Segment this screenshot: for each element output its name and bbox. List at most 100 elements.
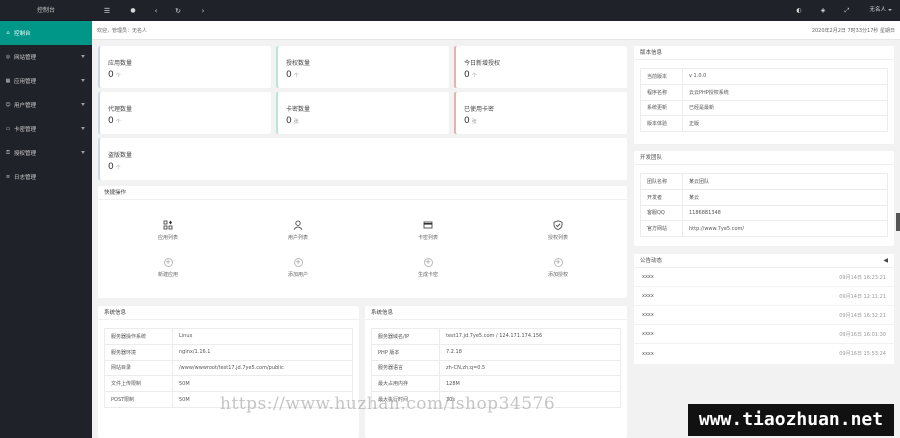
sidebar-item-users[interactable]: ☺ 用户管理 <box>0 93 92 117</box>
info-key[interactable]: 官方网站 <box>640 220 683 238</box>
list-item[interactable]: xxxx 09月14日 16:23:21 <box>634 268 894 287</box>
sidebar-item-logs[interactable]: ≡ 日志管理 <box>0 165 92 189</box>
app-icon: ▦ <box>5 78 11 84</box>
panel-title: 开发团队 <box>634 151 894 165</box>
user-menu[interactable]: 无名人 <box>869 0 892 21</box>
stat-label: 卡密数量 <box>286 106 311 113</box>
chevron-down-icon <box>81 55 85 58</box>
official-site-link[interactable]: http://www.7ye5.com/ <box>682 220 888 238</box>
sidebar-item-label: 应用管理 <box>14 79 37 85</box>
panel-title: 快捷操作 <box>98 186 627 200</box>
sidebar-item-apps[interactable]: ▦ 应用管理 <box>0 69 92 93</box>
panel-title: 公告动态 <box>640 258 663 264</box>
info-key: 客服QQ <box>640 204 683 222</box>
stat-unit: 个 <box>471 73 477 79</box>
quick-new-app[interactable]: + 新建应用 <box>138 258 198 278</box>
sidebar-item-label: 控制台 <box>14 31 31 37</box>
list-item[interactable]: xxxx 09月16日 16:01:30 <box>634 325 894 344</box>
table-row: 官方网站 http://www.7ye5.com/ <box>640 220 888 238</box>
info-key: 服务器操作系统 <box>104 328 173 345</box>
scrollbar-thumb[interactable] <box>896 213 900 231</box>
info-key: 系统更新 <box>640 99 683 117</box>
version-table: 当前版本 v 1.0.0 程序名称 云云PHP授权系统 系统更新 已经是最新 版本体验… <box>640 68 888 133</box>
info-key: 程序名称 <box>640 83 683 101</box>
quick-auth-list[interactable]: 授权列表 <box>528 220 588 241</box>
notice-title: xxxx <box>642 331 654 337</box>
table-row: 服务器环境 nginx/1.16.1 <box>104 343 353 361</box>
table-row: 文件上传限制 50M <box>104 375 353 393</box>
list-item[interactable]: xxxx 09月14日 16:32:21 <box>634 306 894 325</box>
plus-icon: + <box>553 258 563 267</box>
quick-add-auth[interactable]: + 添加授权 <box>528 258 588 278</box>
list-item[interactable]: xxxx 09月14日 12:11:21 <box>634 287 894 306</box>
sidebar-item-cards[interactable]: ▭ 卡密管理 <box>0 117 92 141</box>
key-icon: ⚿ <box>6 150 10 156</box>
notice-panel: 公告动态 ◀ xxxx 09月14日 16:23:21 xxxx 09月14日 12… <box>634 254 894 364</box>
info-value: 云云PHP授权系统 <box>682 83 888 101</box>
quick-actions-panel: 快捷操作 应用列表 用户列表 卡密列表 授权列表 + 新建应用 + 添加用户 +… <box>98 186 627 298</box>
sidebar-item-sites[interactable]: ◎ 网站管理 <box>0 45 92 69</box>
chevron-down-icon <box>81 79 85 82</box>
info-key: 服务器域名/IP <box>371 328 440 345</box>
info-value: test17.jd.7ye5.com / 124.171.174.156 <box>439 328 621 345</box>
stat-value: 0 <box>108 162 114 172</box>
stat-card-today-auth: 今日新增授权 0个 <box>454 46 627 88</box>
notice-title: xxxx <box>642 274 654 280</box>
info-key: 服务器环境 <box>104 343 173 361</box>
chevron-down-icon <box>888 8 892 11</box>
version-panel: 版本信息 当前版本 v 1.0.0 程序名称 云云PHP授权系统 系统更新 已经是最新… <box>634 46 894 144</box>
top-bar: ☰ ● ‹ ↻ › ◐ ◈ ⤢ 无名人 <box>92 0 900 21</box>
sidebar-item-auth[interactable]: ⚿ 授权管理 <box>0 141 92 165</box>
team-panel: 开发团队 团队名称 某云团队 开发者 某云 客服QQ 1186881348 官方网站 h… <box>634 151 894 246</box>
table-row: 当前版本 v 1.0.0 <box>640 68 888 85</box>
stat-card-agents: 代理数量 0个 <box>98 92 271 134</box>
home-icon[interactable]: ● <box>126 0 140 21</box>
team-table: 团队名称 某云团队 开发者 某云 客服QQ 1186881348 官方网站 http:/… <box>640 173 888 238</box>
stat-value: 0 <box>464 70 470 80</box>
info-value: Linux <box>172 328 353 345</box>
info-value: nginx/1.16.1 <box>172 343 353 361</box>
chevron-down-icon <box>81 127 85 130</box>
plus-icon: + <box>293 258 303 267</box>
quick-app-list[interactable]: 应用列表 <box>138 220 198 241</box>
info-value: 已经是最新 <box>682 99 888 117</box>
refresh-icon[interactable]: ↻ <box>171 0 185 21</box>
sidebar-item-label: 卡密管理 <box>14 127 37 133</box>
quick-card-list[interactable]: 卡密列表 <box>398 220 458 241</box>
plus-icon: + <box>423 258 433 267</box>
table-row: 服务器域名/IP test17.jd.7ye5.com / 124.171.174… <box>371 328 621 345</box>
notice-time: 09月14日 16:32:21 <box>839 312 886 319</box>
panel-title: 版本信息 <box>634 46 894 60</box>
sidebar-logo[interactable]: 控制台 <box>0 0 92 21</box>
stat-label: 应用数量 <box>108 60 133 67</box>
menu-toggle-icon[interactable]: ☰ <box>100 0 114 21</box>
stat-card-cards: 卡密数量 0张 <box>276 92 449 134</box>
sidebar-nav: ⌂ 控制台 ◎ 网站管理 ▦ 应用管理 ☺ 用户管理 ▭ 卡密管理 ⚿ 授权管理 ≡ 日志管理 <box>0 21 92 189</box>
info-key: 版本体验 <box>640 115 683 133</box>
sidebar-item-label: 网站管理 <box>14 55 37 61</box>
info-key: 网站目录 <box>104 359 173 377</box>
user-icon <box>293 220 303 230</box>
globe-icon: ◎ <box>5 54 11 60</box>
note-icon[interactable]: ◈ <box>816 0 830 21</box>
panel-header: 公告动态 ◀ <box>634 254 894 268</box>
quick-label: 应用列表 <box>157 235 178 241</box>
theme-icon[interactable]: ◐ <box>792 0 806 21</box>
back-icon[interactable]: ‹ <box>149 0 163 21</box>
quick-add-user[interactable]: + 添加用户 <box>268 258 328 278</box>
panel-title: 系统信息 <box>365 306 627 320</box>
table-row: 开发者 某云 <box>640 188 888 206</box>
info-key: 文件上传限制 <box>104 375 173 393</box>
home-icon: ⌂ <box>6 30 10 36</box>
quick-user-list[interactable]: 用户列表 <box>268 220 328 241</box>
fullscreen-icon[interactable]: ⤢ <box>840 0 854 21</box>
sidebar-item-dashboard[interactable]: ⌂ 控制台 <box>0 21 92 45</box>
speaker-icon: ◀ <box>883 257 888 264</box>
info-key: POST限制 <box>104 391 173 408</box>
watermark-url: https://www.huzhan.com/ishop34576 <box>220 394 556 414</box>
notice-title: xxxx <box>642 293 654 299</box>
quick-generate-cards[interactable]: + 生成卡密 <box>398 258 458 278</box>
forward-icon[interactable]: › <box>196 0 210 21</box>
list-item[interactable]: xxxx 09月16日 15:53:24 <box>634 344 894 363</box>
table-row: 版本体验 正版 <box>640 115 888 133</box>
